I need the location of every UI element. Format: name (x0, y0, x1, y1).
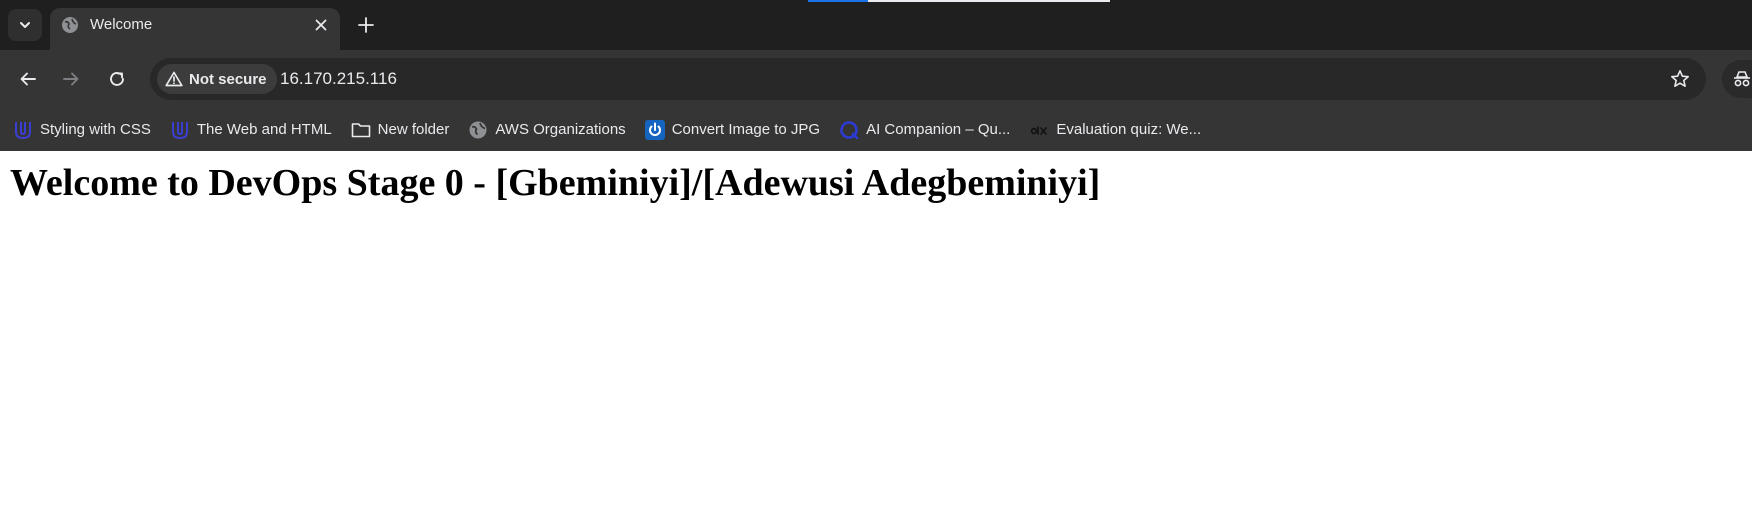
incognito-icon (1734, 71, 1750, 87)
toolbar: Not secure 16.170.215.116 (0, 50, 1752, 108)
bookmark-styling-with-css[interactable]: Styling with CSS (12, 114, 159, 146)
bookmark-label: AI Companion – Qu... (866, 121, 1011, 138)
bookmark-aws-organizations[interactable]: AWS Organizations (467, 114, 633, 146)
bookmark-label: Evaluation quiz: We... (1056, 121, 1202, 138)
ai-companion-icon (838, 119, 860, 141)
bookmark-ai-companion[interactable]: AI Companion – Qu... (838, 114, 1018, 146)
bookmark-label: Convert Image to JPG (671, 121, 821, 138)
address-bar[interactable]: Not secure 16.170.215.116 (150, 58, 1706, 100)
globe-icon (467, 119, 489, 141)
bookmark-label: New folder (377, 121, 450, 138)
bookmarks-bar: Styling with CSS The Web and HTML New fo… (0, 108, 1752, 151)
forward-button[interactable] (56, 64, 86, 94)
tab-active[interactable]: Welcome (50, 8, 340, 50)
folder-icon (350, 119, 372, 141)
back-button[interactable] (13, 64, 43, 94)
bookmark-evaluation-quiz[interactable]: Evaluation quiz: We... (1028, 114, 1209, 146)
top-indicator (868, 0, 1110, 2)
bookmark-the-web-and-html[interactable]: The Web and HTML (169, 114, 340, 146)
globe-icon (62, 17, 78, 33)
bookmark-star-button[interactable] (1668, 67, 1692, 91)
top-indicator (808, 0, 868, 2)
bookmark-convert-image-to-jpg[interactable]: Convert Image to JPG (644, 114, 828, 146)
arrow-left-icon (20, 72, 36, 86)
bookmark-label: AWS Organizations (495, 121, 626, 138)
plus-icon (358, 17, 374, 33)
bookmark-label: Styling with CSS (40, 121, 151, 138)
reload-button[interactable] (102, 64, 132, 94)
page-content: Welcome to DevOps Stage 0 - [Gbeminiyi]/… (0, 151, 1752, 217)
tab-close-button[interactable] (310, 14, 332, 36)
site-info-chip[interactable]: Not secure (157, 64, 277, 94)
power-icon (644, 119, 666, 141)
udacity-icon (169, 119, 191, 141)
close-icon (315, 19, 327, 31)
tab-title: Welcome (90, 16, 153, 33)
chevron-down-icon (20, 22, 30, 28)
arrow-right-icon (63, 72, 79, 86)
tab-strip: Welcome (0, 0, 1752, 50)
browser-window: Welcome Not secure 16.170.215.116 Stylin… (0, 0, 1752, 217)
star-icon (1671, 70, 1689, 87)
security-label: Not secure (189, 70, 267, 88)
warning-icon (165, 71, 183, 87)
udacity-icon (12, 119, 34, 141)
alx-icon (1028, 119, 1050, 141)
url-text[interactable]: 16.170.215.116 (280, 69, 397, 89)
new-tab-button[interactable] (353, 12, 379, 38)
bookmark-new-folder[interactable]: New folder (350, 114, 458, 146)
tab-search-button[interactable] (8, 9, 42, 41)
incognito-profile-button[interactable] (1722, 60, 1752, 98)
reload-icon (110, 72, 124, 86)
bookmark-label: The Web and HTML (196, 121, 332, 138)
page-heading: Welcome to DevOps Stage 0 - [Gbeminiyi]/… (10, 162, 1101, 204)
